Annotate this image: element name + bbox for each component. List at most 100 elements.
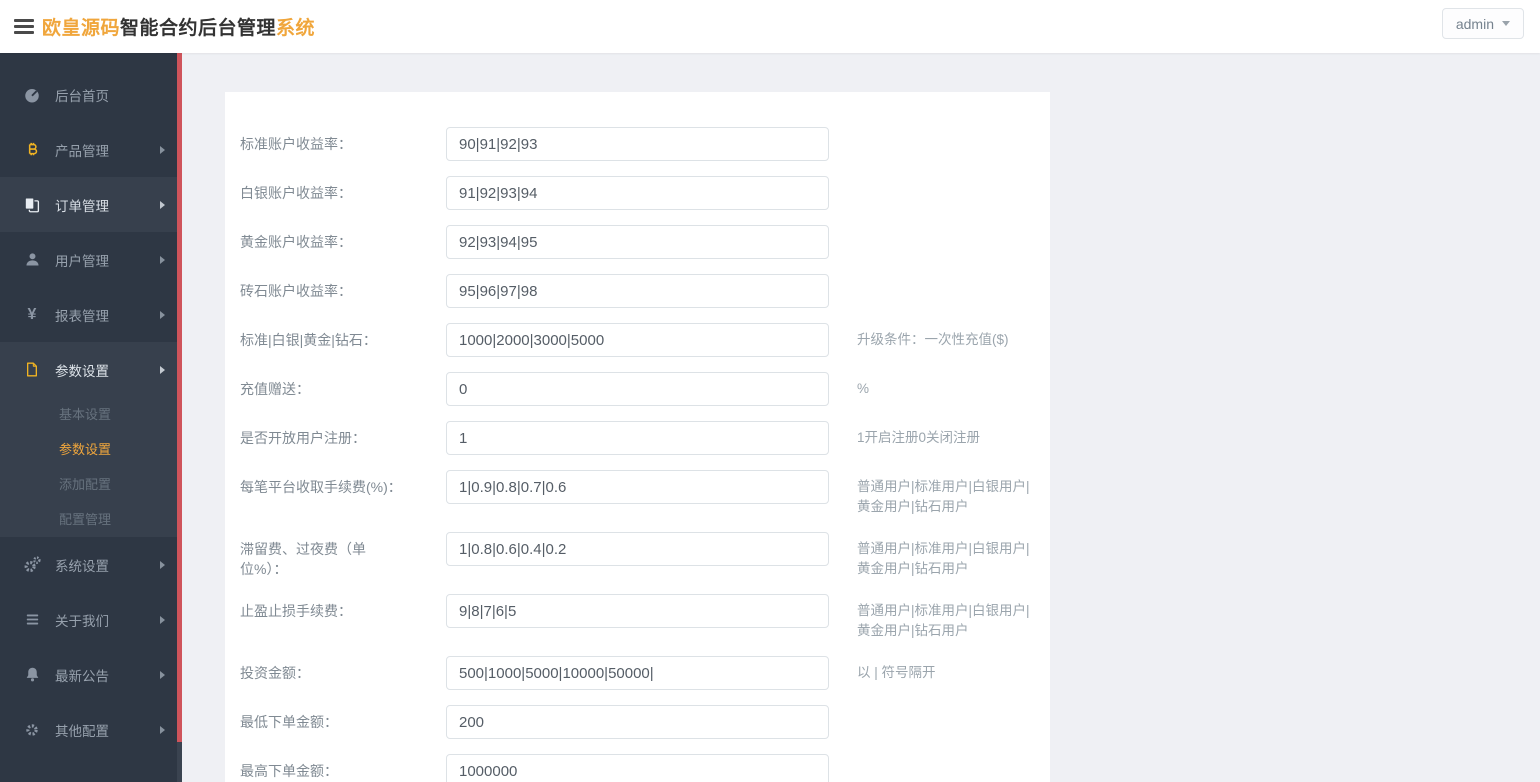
copy-icon: [22, 196, 42, 214]
field-hint: [857, 274, 1035, 281]
field-hint: 1开启注册0关闭注册: [857, 421, 1035, 448]
sidebar-item-about[interactable]: 关于我们: [0, 592, 182, 647]
sidebar-item-label: 后台首页: [55, 85, 109, 105]
sidebar-item-label: 系统设置: [55, 555, 109, 575]
overnight-fee-input[interactable]: [446, 532, 829, 566]
sidebar-item-label: 最新公告: [55, 665, 109, 685]
field-hint: 普通用户|标准用户|白银用户|黄金用户|钻石用户: [857, 470, 1035, 517]
chevron-right-icon: [160, 366, 165, 374]
sidebar-item-reports[interactable]: ¥ 报表管理: [0, 287, 182, 342]
sidebar-subitem-basic-settings[interactable]: 基本设置: [0, 397, 182, 432]
sidebar-item-dashboard[interactable]: 后台首页: [0, 67, 182, 122]
stop-profit-loss-fee-input[interactable]: [446, 594, 829, 628]
chevron-right-icon: [160, 671, 165, 679]
silver-yield-input[interactable]: [446, 176, 829, 210]
main-content: 标准账户收益率： 白银账户收益率： 黄金账户收益率： 砖石账户收益率： 标准|白…: [182, 53, 1540, 782]
field-hint: [857, 754, 1035, 761]
diamond-yield-input[interactable]: [446, 274, 829, 308]
standard-yield-input[interactable]: [446, 127, 829, 161]
settings-form-card: 标准账户收益率： 白银账户收益率： 黄金账户收益率： 砖石账户收益率： 标准|白…: [225, 92, 1050, 782]
field-label: 标准|白银|黄金|钻石：: [240, 323, 446, 350]
form-row: 最低下单金额：: [240, 705, 1050, 739]
bitcoin-icon: [22, 141, 42, 158]
chevron-right-icon: [160, 561, 165, 569]
form-row: 砖石账户收益率：: [240, 274, 1050, 308]
sidebar-submenu: 基本设置 参数设置 添加配置 配置管理: [0, 397, 182, 537]
sidebar-item-label: 参数设置: [55, 360, 109, 380]
platform-fee-input[interactable]: [446, 470, 829, 504]
registration-toggle-input[interactable]: [446, 421, 829, 455]
form-row: 充值赠送： %: [240, 372, 1050, 406]
sidebar-subitem-config-manage[interactable]: 配置管理: [0, 502, 182, 537]
form-row: 是否开放用户注册： 1开启注册0关闭注册: [240, 421, 1050, 455]
form-row: 止盈止损手续费： 普通用户|标准用户|白银用户|黄金用户|钻石用户: [240, 594, 1050, 641]
chevron-right-icon: [160, 256, 165, 264]
hamburger-menu-icon[interactable]: [14, 19, 34, 37]
app-title-accent-right: 系统: [276, 18, 315, 39]
sidebar-open-group: 参数设置 基本设置 参数设置 添加配置 配置管理: [0, 342, 182, 537]
field-hint: [857, 225, 1035, 232]
field-hint: 普通用户|标准用户|白银用户|黄金用户|钻石用户: [857, 594, 1035, 641]
sidebar-subitem-param-settings[interactable]: 参数设置: [0, 432, 182, 467]
sidebar-item-users[interactable]: 用户管理: [0, 232, 182, 287]
field-label: 是否开放用户注册：: [240, 421, 446, 448]
max-order-input[interactable]: [446, 754, 829, 782]
field-hint: [857, 705, 1035, 712]
field-hint: 升级条件：一次性充值($): [857, 323, 1035, 350]
form-row: 标准账户收益率：: [240, 127, 1050, 161]
chevron-right-icon: [160, 201, 165, 209]
sidebar-item-orders[interactable]: 订单管理: [0, 177, 182, 232]
bell-icon: [22, 666, 42, 683]
field-hint: 以 | 符号隔开: [857, 656, 1035, 683]
chevron-right-icon: [160, 726, 165, 734]
user-icon: [22, 251, 42, 268]
field-hint: [857, 176, 1035, 183]
sidebar-item-other-config[interactable]: 其他配置: [0, 702, 182, 757]
form-row: 黄金账户收益率：: [240, 225, 1050, 259]
form-row: 标准|白银|黄金|钻石： 升级条件：一次性充值($): [240, 323, 1050, 357]
dashboard-icon: [22, 86, 42, 104]
field-label: 砖石账户收益率：: [240, 274, 446, 301]
sidebar-item-system[interactable]: 系统设置: [0, 537, 182, 592]
sidebar-item-params[interactable]: 参数设置: [0, 342, 182, 397]
sidebar-item-label: 报表管理: [55, 305, 109, 325]
field-label: 止盈止损手续费：: [240, 594, 446, 621]
upgrade-threshold-input[interactable]: [446, 323, 829, 357]
app-title: 欧皇源码智能合约后台管理系统: [42, 13, 315, 40]
recharge-bonus-input[interactable]: [446, 372, 829, 406]
invest-amount-input[interactable]: [446, 656, 829, 690]
field-hint: %: [857, 372, 1035, 399]
chevron-right-icon: [160, 311, 165, 319]
yen-icon: ¥: [22, 307, 42, 323]
sidebar-item-label: 关于我们: [55, 610, 109, 630]
min-order-input[interactable]: [446, 705, 829, 739]
sidebar-item-label: 用户管理: [55, 250, 109, 270]
field-hint: [857, 127, 1035, 134]
field-label: 每笔平台收取手续费(%)：: [240, 470, 446, 497]
user-menu-label: admin: [1456, 16, 1494, 32]
top-header: 欧皇源码智能合约后台管理系统 admin: [0, 0, 1540, 53]
form-row: 最高下单金额：: [240, 754, 1050, 782]
field-label: 投资金额：: [240, 656, 446, 683]
user-menu-button[interactable]: admin: [1442, 8, 1524, 39]
list-icon: [22, 611, 42, 628]
sidebar-item-label: 订单管理: [55, 195, 109, 215]
form-row: 白银账户收益率：: [240, 176, 1050, 210]
sidebar-item-products[interactable]: 产品管理: [0, 122, 182, 177]
app-title-middle: 智能合约后台管理: [120, 18, 276, 39]
sidebar: 后台首页 产品管理 订单管理 用户管理 ¥ 报表管理: [0, 53, 182, 782]
field-label: 标准账户收益率：: [240, 127, 446, 154]
sidebar-subitem-add-config[interactable]: 添加配置: [0, 467, 182, 502]
form-row: 滞留费、过夜费（单位%）： 普通用户|标准用户|白银用户|黄金用户|钻石用户: [240, 532, 1050, 579]
form-row: 投资金额： 以 | 符号隔开: [240, 656, 1050, 690]
sidebar-item-label: 其他配置: [55, 720, 109, 740]
app-title-accent-left: 欧皇源码: [42, 18, 120, 39]
chevron-right-icon: [160, 146, 165, 154]
chevron-right-icon: [160, 616, 165, 624]
gold-yield-input[interactable]: [446, 225, 829, 259]
field-label: 滞留费、过夜费（单位%）：: [240, 532, 446, 579]
form-row: 每笔平台收取手续费(%)： 普通用户|标准用户|白银用户|黄金用户|钻石用户: [240, 470, 1050, 517]
field-hint: 普通用户|标准用户|白银用户|黄金用户|钻石用户: [857, 532, 1035, 579]
field-label: 白银账户收益率：: [240, 176, 446, 203]
sidebar-item-announcements[interactable]: 最新公告: [0, 647, 182, 702]
